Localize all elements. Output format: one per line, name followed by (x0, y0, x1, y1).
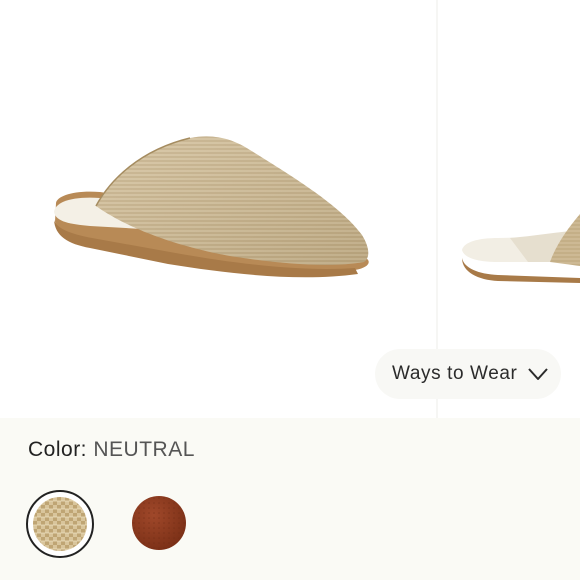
product-image-gallery[interactable]: Ways to Wear (0, 0, 580, 418)
color-value: NEUTRAL (93, 438, 195, 461)
color-label: Color: (28, 438, 88, 461)
ways-to-wear-button[interactable]: Ways to Wear (375, 349, 561, 399)
swatch-brown[interactable] (128, 492, 190, 554)
ways-to-wear-label: Ways to Wear (392, 363, 518, 384)
product-image-main[interactable] (0, 0, 436, 418)
brown-swatch-texture (132, 496, 186, 550)
swatch-neutral[interactable] (26, 490, 94, 558)
neutral-swatch-texture (33, 497, 87, 551)
color-selection-label: Color: NEUTRAL (28, 438, 195, 462)
chevron-down-icon (528, 368, 549, 380)
